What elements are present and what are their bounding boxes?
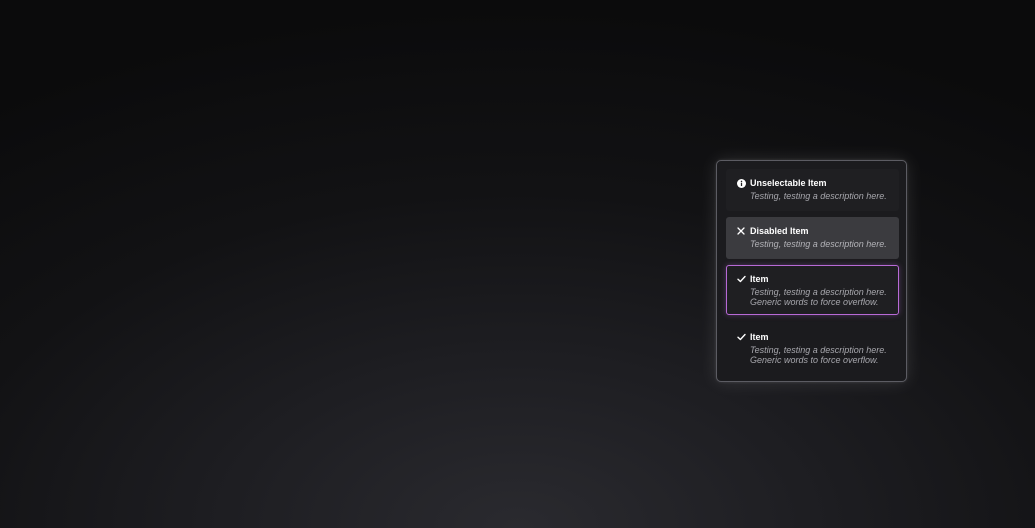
menu-item-description: Testing, testing a description here. — [750, 239, 887, 249]
menu-item-disabled: Disabled Item Testing, testing a descrip… — [726, 217, 899, 259]
menu-item-description: Testing, testing a description here. — [750, 191, 887, 201]
menu-item-focused[interactable]: Item Testing, testing a description here… — [726, 265, 899, 315]
check-icon — [736, 332, 746, 342]
check-icon — [736, 274, 746, 284]
menu-item-label: Unselectable Item — [750, 178, 827, 188]
menu-item-description: Testing, testing a description here. Gen… — [750, 287, 887, 307]
menu-item-label: Item — [750, 332, 769, 342]
menu-item-label: Item — [750, 274, 769, 284]
dropdown-menu: Unselectable Item Testing, testing a des… — [716, 160, 907, 382]
info-icon — [736, 178, 746, 188]
menu-item[interactable]: Item Testing, testing a description here… — [726, 323, 899, 373]
close-icon — [736, 226, 746, 236]
menu-item-label: Disabled Item — [750, 226, 809, 236]
menu-item-description: Testing, testing a description here. Gen… — [750, 345, 887, 365]
menu-item-unselectable: Unselectable Item Testing, testing a des… — [726, 169, 899, 211]
